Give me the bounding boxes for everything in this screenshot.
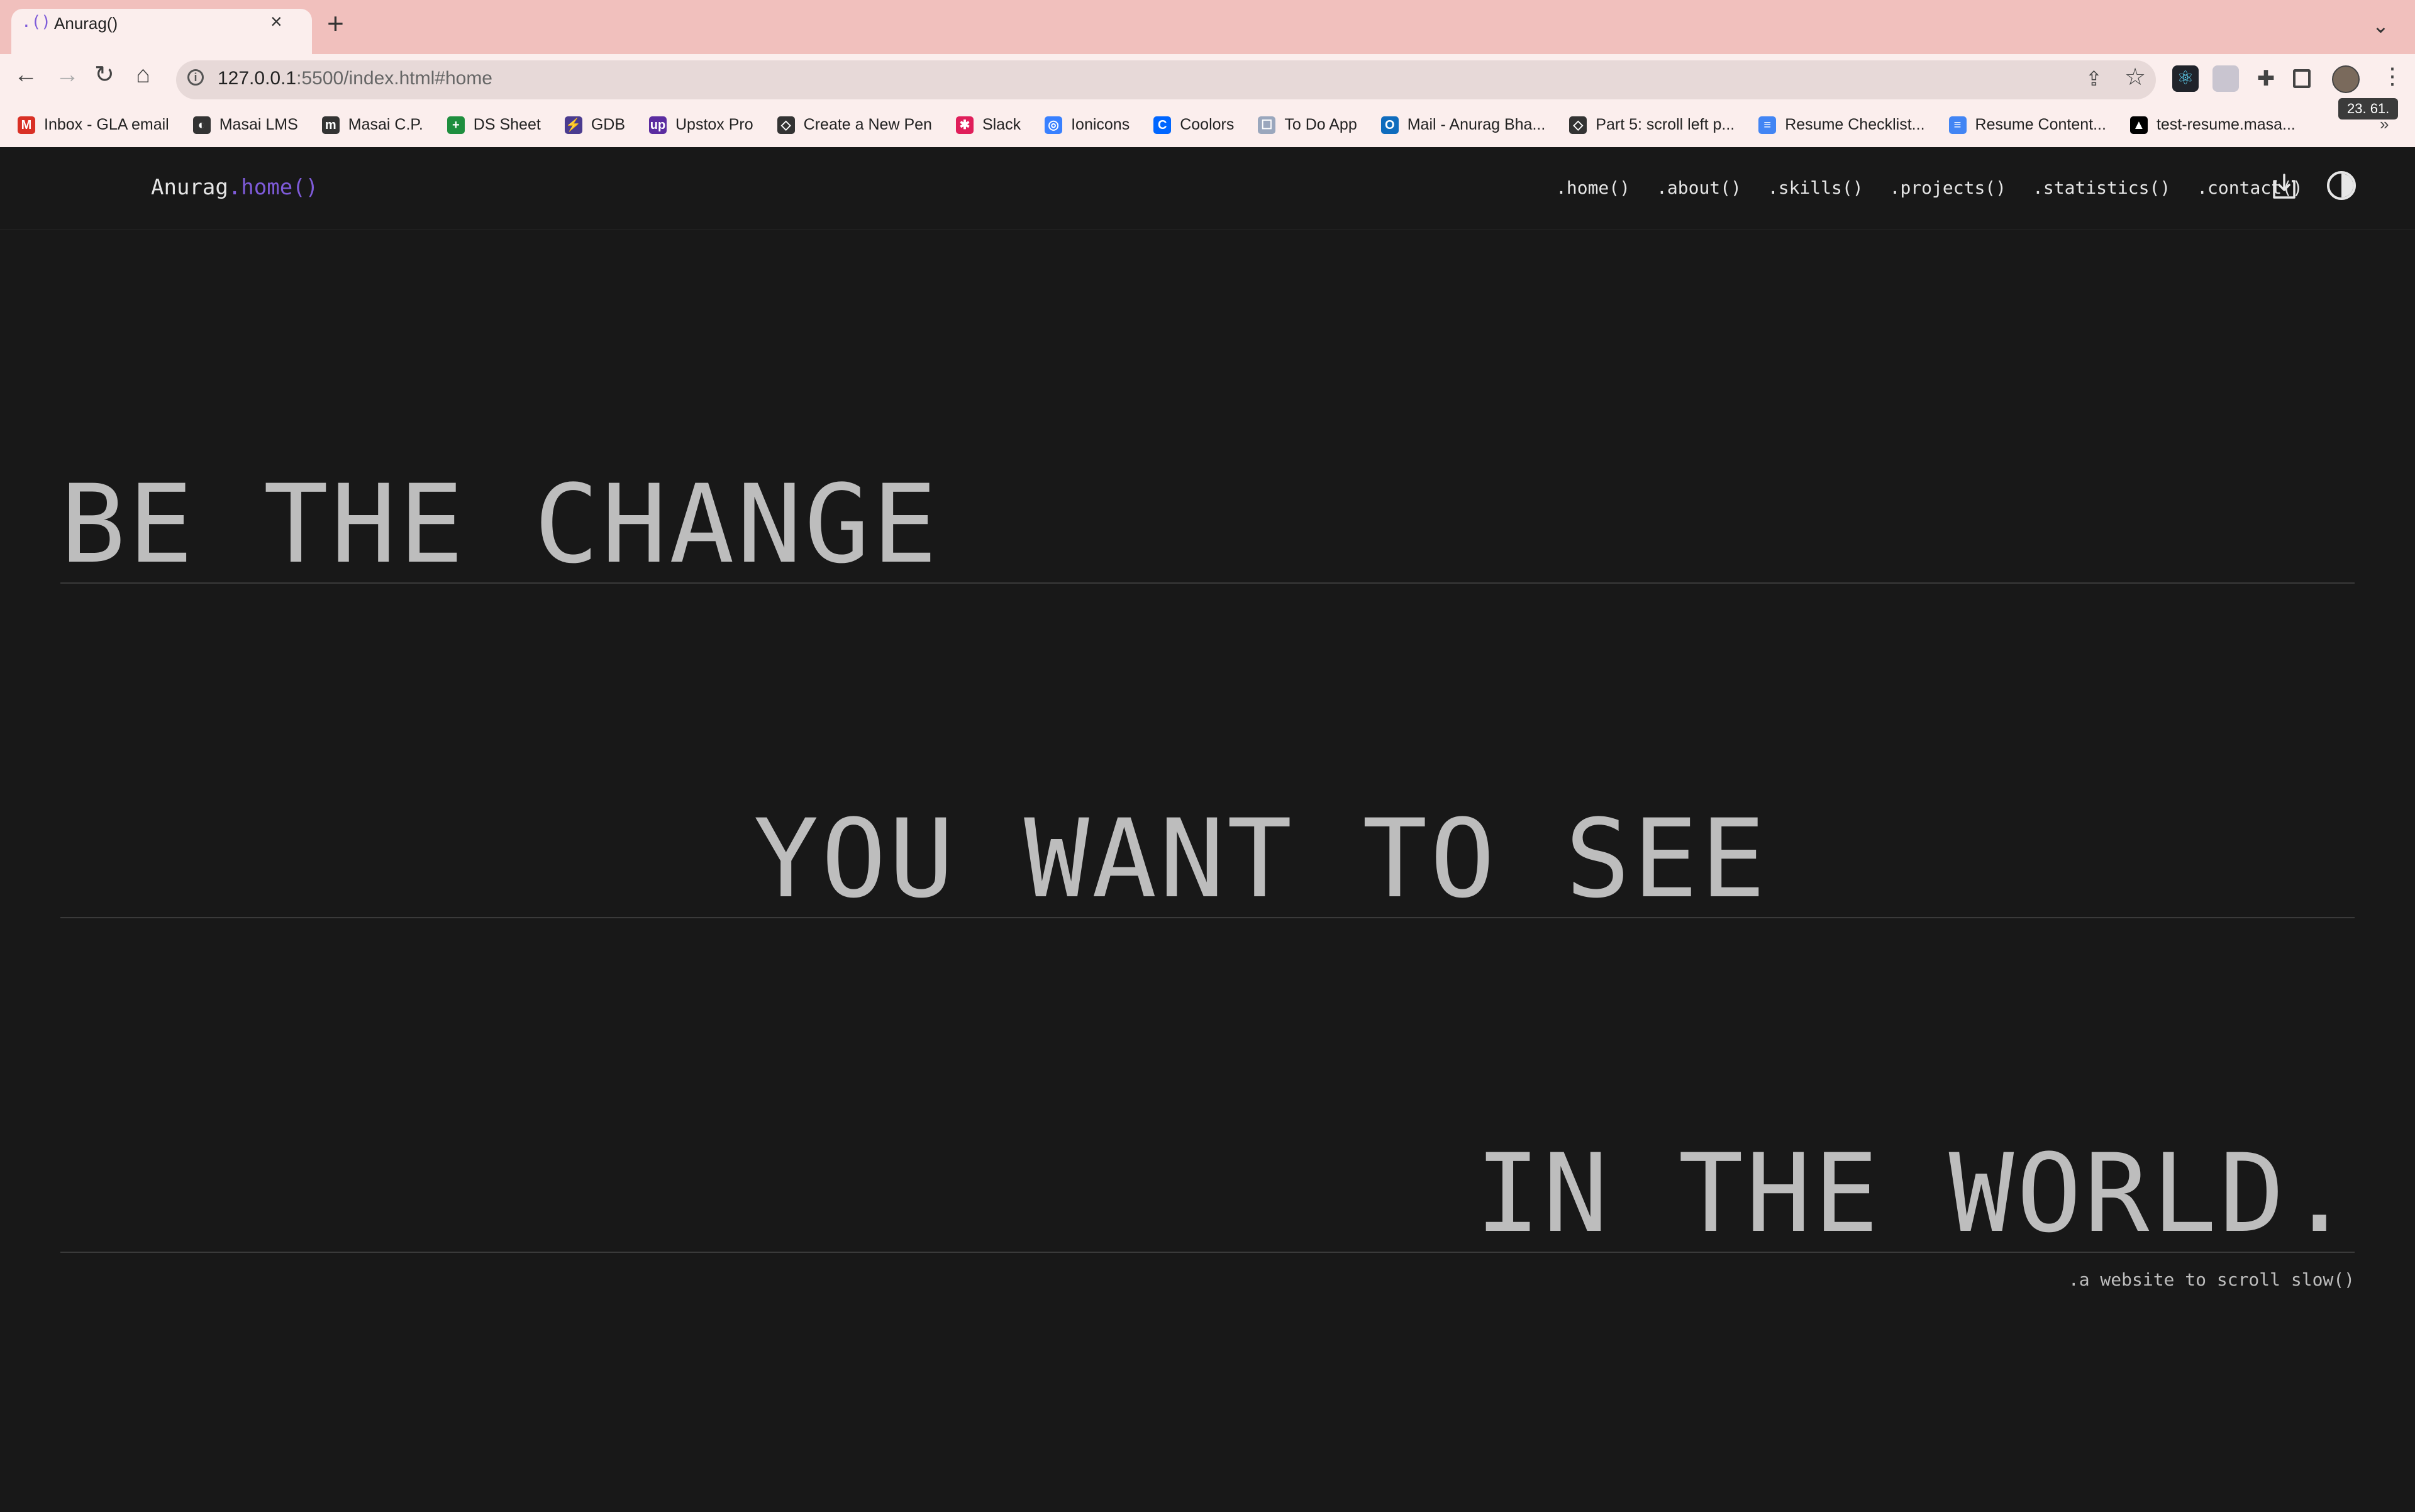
bookmark-item[interactable]: ⚡ GDB [564, 116, 625, 134]
bookmark-item[interactable]: ◐ Masai LMS [192, 116, 298, 134]
browser-menu-icon[interactable]: ⋮ [2381, 63, 2404, 89]
url-text[interactable]: 127.0.0.1:5500/index.html#home [218, 68, 492, 89]
bookmark-favicon-icon: M [18, 116, 35, 134]
url-path: :5500/index.html#home [296, 68, 492, 89]
bookmark-favicon-icon: ◎ [1045, 116, 1063, 134]
bookmark-item[interactable]: ◇ Part 5: scroll left p... [1569, 116, 1735, 134]
bookmark-label: Inbox - GLA email [44, 116, 169, 133]
download-resume-icon[interactable] [2272, 172, 2297, 200]
bookmark-label: Slack [982, 116, 1021, 133]
bookmark-star-icon[interactable]: ☆ [2124, 63, 2146, 91]
hero-caption: .a website to scroll slow() [2068, 1269, 2355, 1290]
bookmark-label: Create a New Pen [803, 116, 932, 133]
bookmark-label: Upstox Pro [675, 116, 753, 133]
bookmark-item[interactable]: ≡ Resume Content... [1948, 116, 2106, 134]
site-nav: .home() .about() .skills() .projects() .stat… [1556, 177, 2303, 198]
bookmark-item[interactable]: m Masai C.P. [321, 116, 423, 134]
bookmark-item[interactable]: ▲ test-resume.masa... [2129, 116, 2296, 134]
site-logo[interactable]: Anurag.home() [151, 175, 318, 200]
bookmark-favicon-icon: ◇ [1569, 116, 1587, 134]
hero-line-2: YOU WANT TO SEE [753, 796, 1768, 922]
bookmark-item[interactable]: ◇ Create a New Pen [777, 116, 932, 134]
bookmark-label: Part 5: scroll left p... [1596, 116, 1735, 133]
brand-accent: .home() [228, 175, 319, 200]
bookmark-favicon-icon: C [1153, 116, 1172, 134]
site-info-icon[interactable]: i [187, 69, 204, 86]
bookmark-favicon-icon: ✱ [955, 116, 974, 134]
bookmark-favicon-icon: ⚡ [564, 116, 582, 134]
extension-icon[interactable] [2212, 65, 2239, 92]
bookmark-favicon-icon: ◇ [777, 116, 795, 134]
bookmark-label: test-resume.masa... [2156, 116, 2296, 133]
bookmark-item[interactable]: ◎ Ionicons [1045, 116, 1130, 134]
theme-toggle-icon[interactable] [2327, 171, 2356, 200]
bookmark-favicon-icon: ◐ [192, 116, 211, 134]
bookmark-label: Masai LMS [219, 116, 298, 133]
nav-link-projects[interactable]: .projects() [1890, 177, 2006, 198]
bookmark-item[interactable]: C Coolors [1153, 116, 1234, 134]
divider [60, 1252, 2355, 1253]
url-host: 127.0.0.1 [218, 68, 297, 89]
profile-avatar[interactable] [2332, 65, 2360, 93]
hero-line-1: BE THE CHANGE [60, 461, 940, 587]
tab-search-chevron-icon[interactable]: ⌄ [2372, 14, 2389, 38]
bookmark-favicon-icon: m [321, 116, 340, 134]
bookmark-label: To Do App [1284, 116, 1357, 133]
bookmark-item[interactable]: ✱ Slack [955, 116, 1021, 134]
tab-strip [0, 0, 2415, 54]
tab-favicon-icon: .() [21, 13, 51, 31]
tooltip: 23. 61. [2338, 98, 2399, 120]
bookmark-label: DS Sheet [473, 116, 541, 133]
bookmark-favicon-icon: + [447, 116, 465, 134]
extensions-puzzle-icon[interactable]: ✚ [2253, 65, 2279, 92]
bookmark-item[interactable]: up Upstox Pro [649, 116, 753, 134]
side-panel-icon[interactable] [2293, 69, 2311, 88]
bookmark-label: Mail - Anurag Bha... [1407, 116, 1546, 133]
bookmark-item[interactable]: M Inbox - GLA email [18, 116, 169, 134]
nav-link-statistics[interactable]: .statistics() [2033, 177, 2170, 198]
tab-title: Anurag() [54, 14, 118, 33]
bookmarks-list: M Inbox - GLA email ◐ Masai LMS m Masai C.P. +… [18, 116, 2296, 134]
bookmark-favicon-icon: ▲ [2129, 116, 2148, 134]
close-tab-icon[interactable]: × [270, 10, 282, 33]
bookmark-favicon-icon: up [649, 116, 667, 134]
bookmark-favicon-icon: O [1380, 116, 1399, 134]
bookmark-favicon-icon: ≡ [1758, 116, 1777, 134]
bookmark-label: Resume Content... [1975, 116, 2106, 133]
react-devtools-extension-icon[interactable]: ⚛ [2172, 65, 2199, 92]
hero-line-3: IN THE WORLD. [1475, 1130, 2355, 1257]
home-button[interactable]: ⌂ [136, 63, 150, 87]
bookmark-label: GDB [591, 116, 625, 133]
bookmark-label: Ionicons [1071, 116, 1130, 133]
nav-link-skills[interactable]: .skills() [1768, 177, 1863, 198]
new-tab-button[interactable]: + [327, 9, 344, 38]
reload-button[interactable]: ↻ [94, 63, 114, 87]
bookmark-item[interactable]: ≡ Resume Checklist... [1758, 116, 1925, 134]
back-button[interactable]: ← [14, 63, 38, 87]
forward-button[interactable]: → [55, 63, 79, 87]
bookmark-label: Coolors [1180, 116, 1235, 133]
bookmark-item[interactable]: O Mail - Anurag Bha... [1380, 116, 1546, 134]
share-icon[interactable]: ⇪ [2085, 67, 2102, 91]
bookmark-favicon-icon: ☐ [1258, 116, 1276, 134]
bookmark-label: Masai C.P. [348, 116, 423, 133]
bookmark-item[interactable]: + DS Sheet [447, 116, 541, 134]
bookmark-label: Resume Checklist... [1785, 116, 1925, 133]
divider [60, 917, 2355, 918]
nav-link-about[interactable]: .about() [1657, 177, 1741, 198]
divider [60, 582, 2355, 584]
brand-name: Anurag [151, 175, 228, 200]
bookmark-favicon-icon: ≡ [1948, 116, 1967, 134]
nav-link-home[interactable]: .home() [1556, 177, 1630, 198]
bookmark-item[interactable]: ☐ To Do App [1258, 116, 1357, 134]
